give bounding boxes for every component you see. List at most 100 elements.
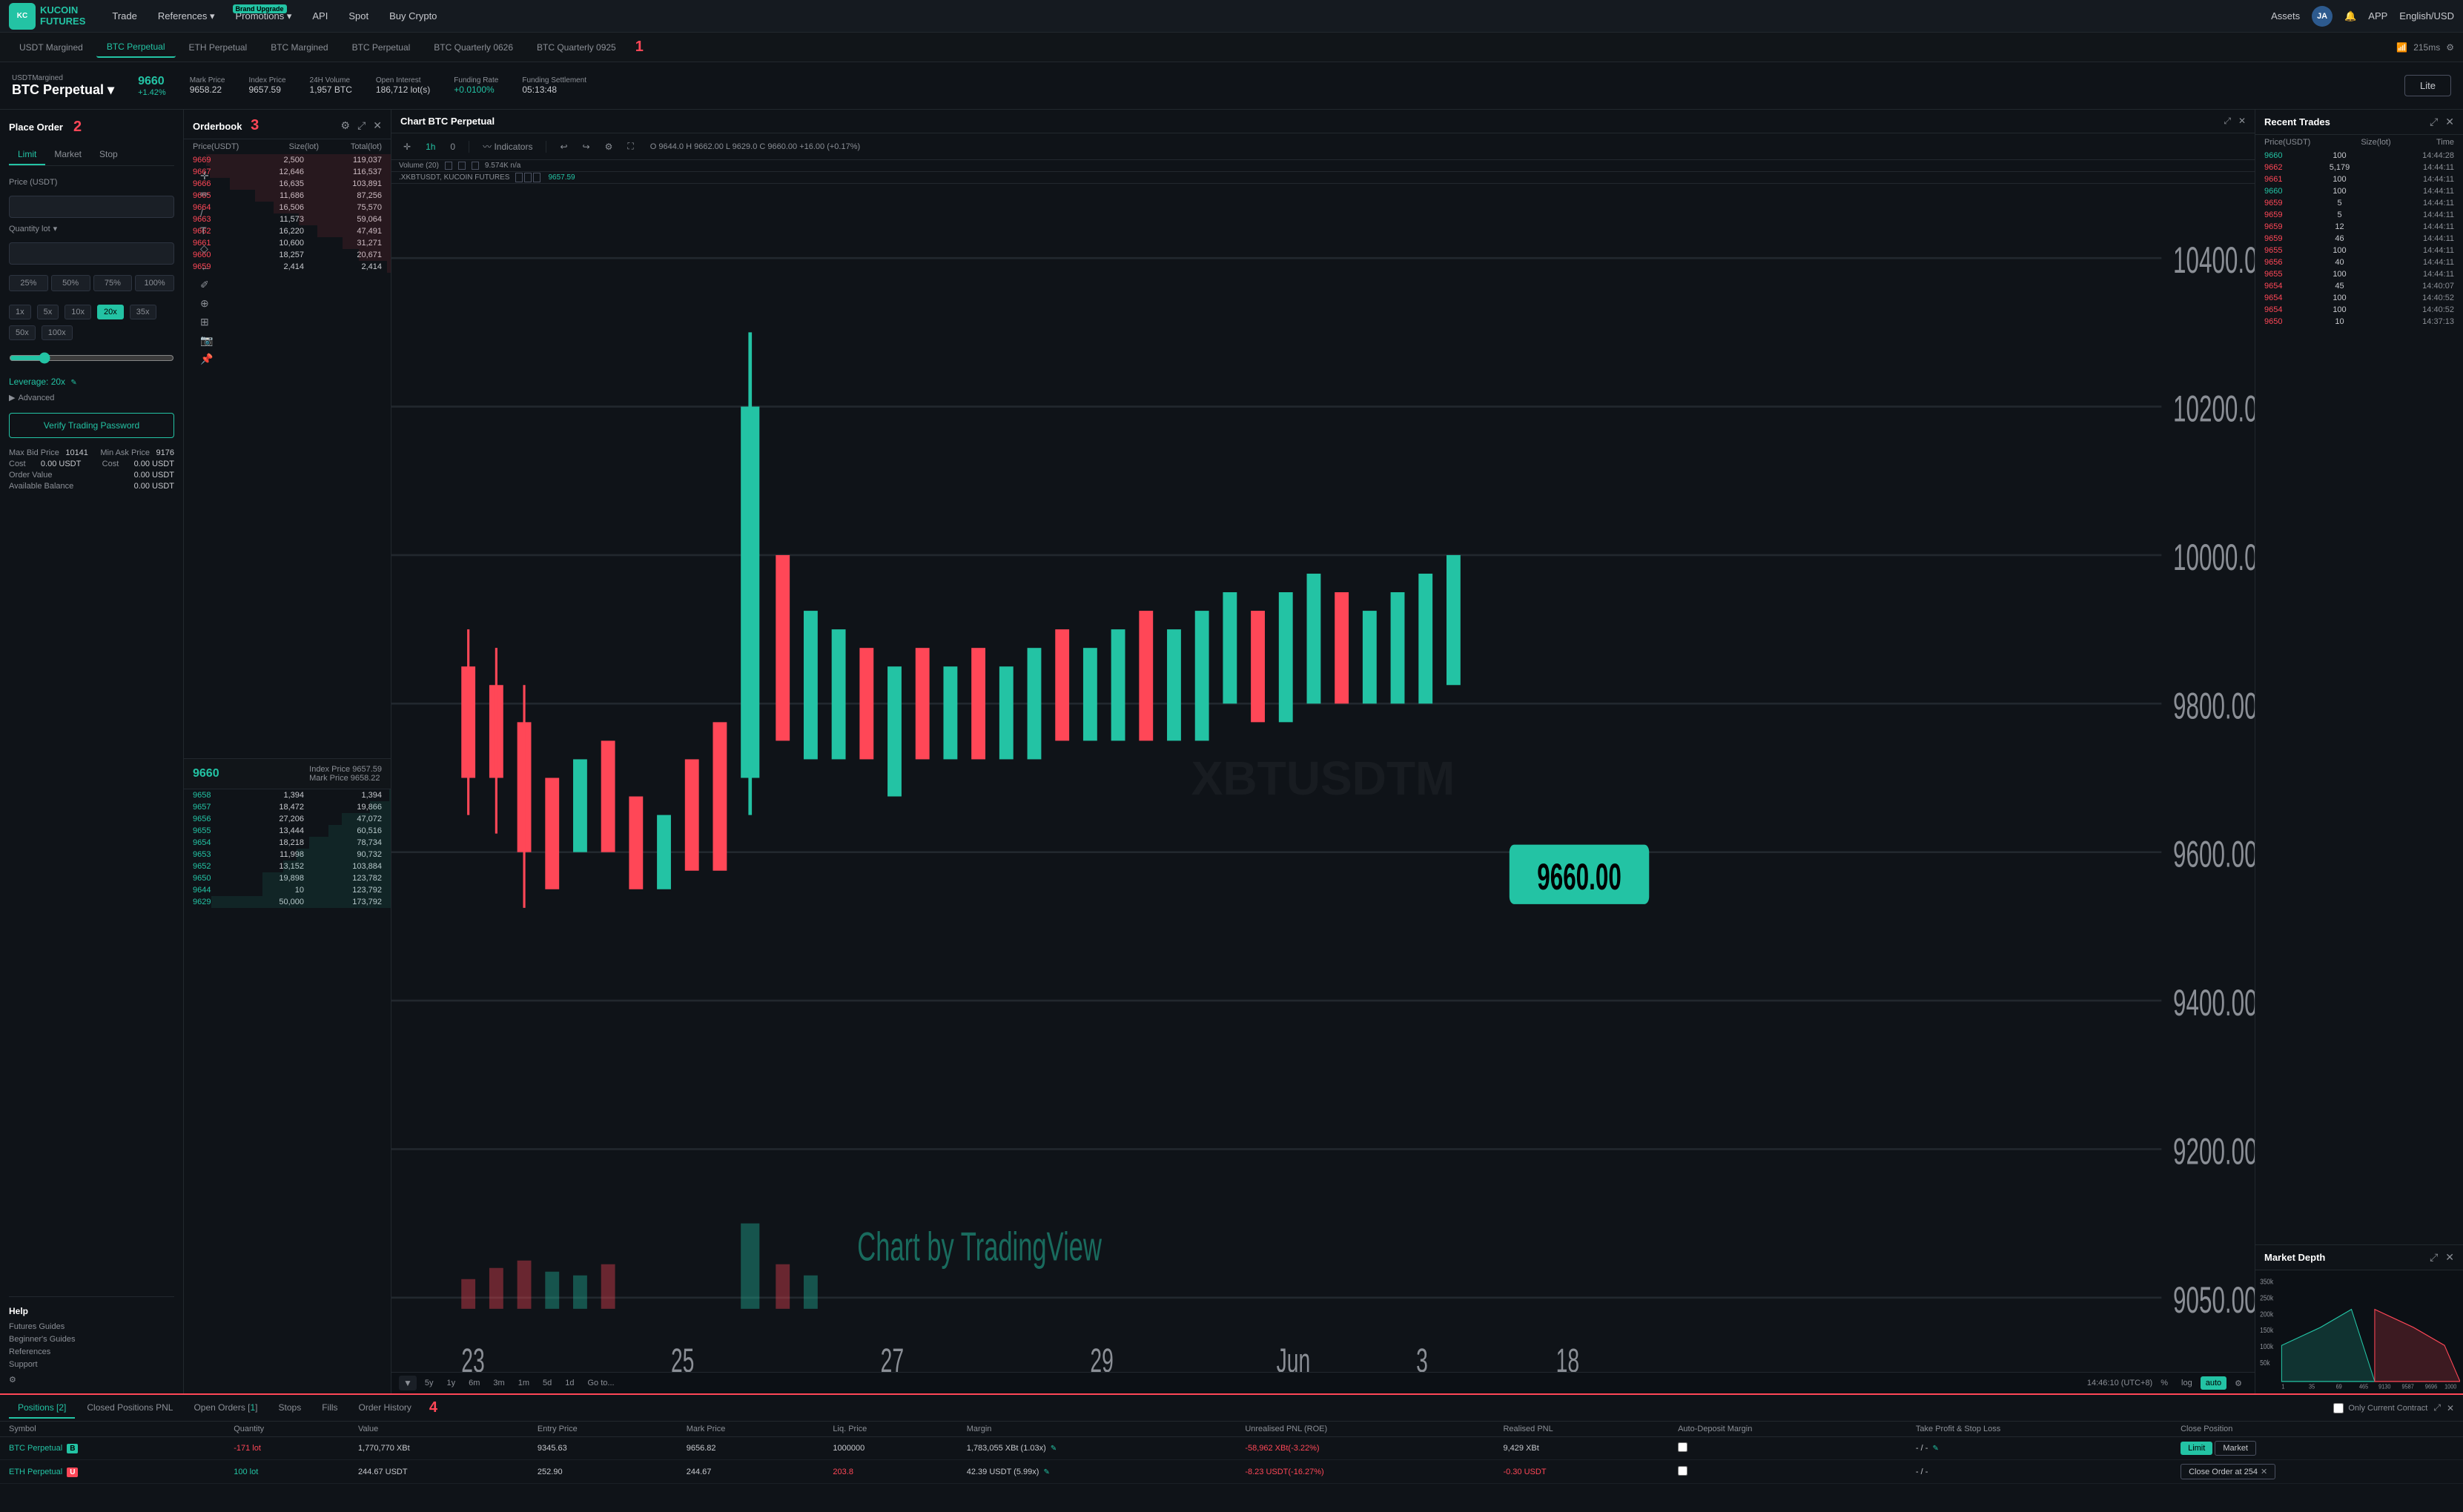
chart-close-icon[interactable]: ✕ [2238,116,2246,127]
orderbook-settings-icon[interactable]: ⚙ [341,119,351,132]
tab-btc-quarterly-0626[interactable]: BTC Quarterly 0626 [423,38,523,57]
help-futures-guides[interactable]: Futures Guides [9,1322,174,1331]
tab-eth-perpetual[interactable]: ETH Perpetual [179,38,258,57]
chart-tool-grid[interactable]: ⊞ [200,316,213,328]
depth-expand-icon[interactable]: ⤢ [2430,1251,2438,1264]
leverage-edit-icon[interactable]: ✎ [70,379,76,387]
chart-tool-shape[interactable]: ◇ [200,242,213,255]
bottom-close-icon[interactable]: ✕ [2447,1403,2454,1413]
ob-bid-row[interactable]: 9629 50,000 173,792 [184,896,391,908]
margin-edit-icon-eth[interactable]: ✎ [1043,1468,1049,1476]
tab-stops[interactable]: Stops [270,1398,311,1419]
chart-log-btn[interactable]: log [2176,1376,2198,1390]
help-beginners-guides[interactable]: Beginner's Guides [9,1335,174,1344]
verify-trading-password-button[interactable]: Verify Trading Password [9,413,174,438]
ob-bid-row[interactable]: 9652 13,152 103,884 [184,861,391,872]
quantity-input[interactable] [9,242,174,265]
chart-tool-pin[interactable]: 📌 [200,353,213,365]
chart-tool-crosshair[interactable]: ✛ [399,139,415,154]
nav-item-promotions[interactable]: Brand Upgrade Promotions ▾ [227,6,301,27]
tab-positions[interactable]: Positions [2] [9,1398,75,1419]
ob-bid-row[interactable]: 9658 1,394 1,394 [184,789,391,801]
tab-order-history[interactable]: Order History [350,1398,420,1419]
orderbook-expand-icon[interactable]: ⤢ [357,119,366,132]
timeframe-1d[interactable]: 1d [560,1376,579,1390]
pct-75-button[interactable]: 75% [93,275,133,291]
chart-expand-icon[interactable]: ⤢ [2224,116,2231,127]
price-input[interactable] [9,196,174,218]
chart-redo-icon[interactable]: ↪ [578,139,595,154]
btc-perpetual-link[interactable]: BTC Perpetual [9,1444,62,1453]
ob-bid-row[interactable]: 9653 11,998 90,732 [184,849,391,861]
chart-collapse-btn[interactable]: ▼ [399,1376,417,1390]
tab-stop[interactable]: Stop [90,145,127,165]
tab-btc-margined[interactable]: BTC Margined [260,38,338,57]
logo[interactable]: KC KUCOINFUTURES [9,3,85,30]
leverage-slider[interactable] [9,352,174,364]
language-selector[interactable]: English/USD [2399,10,2454,21]
lev-50x-button[interactable]: 50x [9,325,36,340]
chart-undo-icon[interactable]: ↩ [555,139,572,154]
pct-50-button[interactable]: 50% [51,275,90,291]
lev-35x-button[interactable]: 35x [130,305,156,319]
orderbook-close-icon[interactable]: ✕ [373,119,382,132]
chart-tool-camera[interactable]: 📷 [200,334,213,347]
timeframe-5y[interactable]: 5y [420,1376,439,1390]
help-references[interactable]: References [9,1347,174,1356]
close-order-x-icon[interactable]: ✕ [2261,1467,2267,1476]
chart-tool-pencil[interactable]: ✐ [200,279,213,291]
auto-deposit-eth-checkbox[interactable] [1678,1466,1687,1476]
chart-pct-btn[interactable]: % [2155,1376,2173,1390]
tab-usdt-margined[interactable]: USDT Margined [9,38,93,57]
recent-trades-close-icon[interactable]: ✕ [2445,116,2454,128]
tab-btc-perpetual[interactable]: BTC Perpetual [96,37,176,58]
avatar[interactable]: JA [2312,6,2333,27]
nav-item-buy-crypto[interactable]: Buy Crypto [380,6,446,26]
notification-icon[interactable]: 🔔 [2344,10,2356,22]
margin-edit-icon[interactable]: ✎ [1051,1445,1057,1453]
pct-25-button[interactable]: 25% [9,275,48,291]
chart-tool-0[interactable]: 0 [446,139,460,154]
recent-trades-expand-icon[interactable]: ⤢ [2430,116,2438,128]
tab-closed-positions[interactable]: Closed Positions PNL [78,1398,182,1419]
chart-arrow-left[interactable]: ← [200,261,213,273]
tab-fills[interactable]: Fills [313,1398,346,1419]
lev-1x-button[interactable]: 1x [9,305,31,319]
lite-button[interactable]: Lite [2404,75,2451,96]
eth-perpetual-link[interactable]: ETH Perpetual [9,1468,62,1476]
ob-ask-row[interactable]: 9669 2,500 119,037 [184,154,391,166]
advanced-link[interactable]: ▶ Advanced [9,393,174,402]
settings-icon-panel[interactable]: ⚙ [9,1375,174,1385]
lev-20x-button[interactable]: 20x [97,305,124,319]
ob-bid-row[interactable]: 9644 10 123,792 [184,884,391,896]
ob-bid-row[interactable]: 9657 18,472 19,866 [184,801,391,813]
pct-100-button[interactable]: 100% [135,275,174,291]
chart-tool-indicators[interactable]: 〰 Indicators [478,138,537,155]
nav-item-spot[interactable]: Spot [340,6,377,26]
chart-settings-btn[interactable]: ⚙ [2229,1376,2247,1390]
tab-btc-quarterly-0925[interactable]: BTC Quarterly 0925 [526,38,627,57]
lev-10x-button[interactable]: 10x [65,305,91,319]
timeframe-1m[interactable]: 1m [513,1376,535,1390]
close-order-at-254-button[interactable]: Close Order at 254 ✕ [2181,1464,2275,1479]
assets-link[interactable]: Assets [2271,10,2300,21]
timeframe-3m[interactable]: 3m [488,1376,509,1390]
timeframe-6m[interactable]: 6m [463,1376,485,1390]
auto-deposit-btc-checkbox[interactable] [1678,1442,1687,1452]
timeframe-5d[interactable]: 5d [538,1376,557,1390]
ob-bid-row[interactable]: 9650 19,898 123,782 [184,872,391,884]
tab-market[interactable]: Market [45,145,90,165]
chart-tool-draw[interactable]: ✏ [200,188,213,201]
nav-item-references[interactable]: References ▾ [149,6,224,27]
close-limit-button[interactable]: Limit [2181,1442,2212,1455]
chart-tool-text[interactable]: T [200,225,213,236]
app-download-link[interactable]: APP [2368,10,2387,21]
depth-close-icon[interactable]: ✕ [2445,1251,2454,1264]
close-market-button[interactable]: Market [2215,1441,2256,1456]
tab-open-orders[interactable]: Open Orders [1] [185,1398,266,1419]
ticker-name[interactable]: BTC Perpetual ▾ [12,82,114,98]
timeframe-1h[interactable]: 1h [421,139,440,154]
nav-item-api[interactable]: API [303,6,337,26]
chart-settings-icon[interactable]: ⚙ [601,139,618,154]
chart-tool-line[interactable]: / [200,207,213,219]
